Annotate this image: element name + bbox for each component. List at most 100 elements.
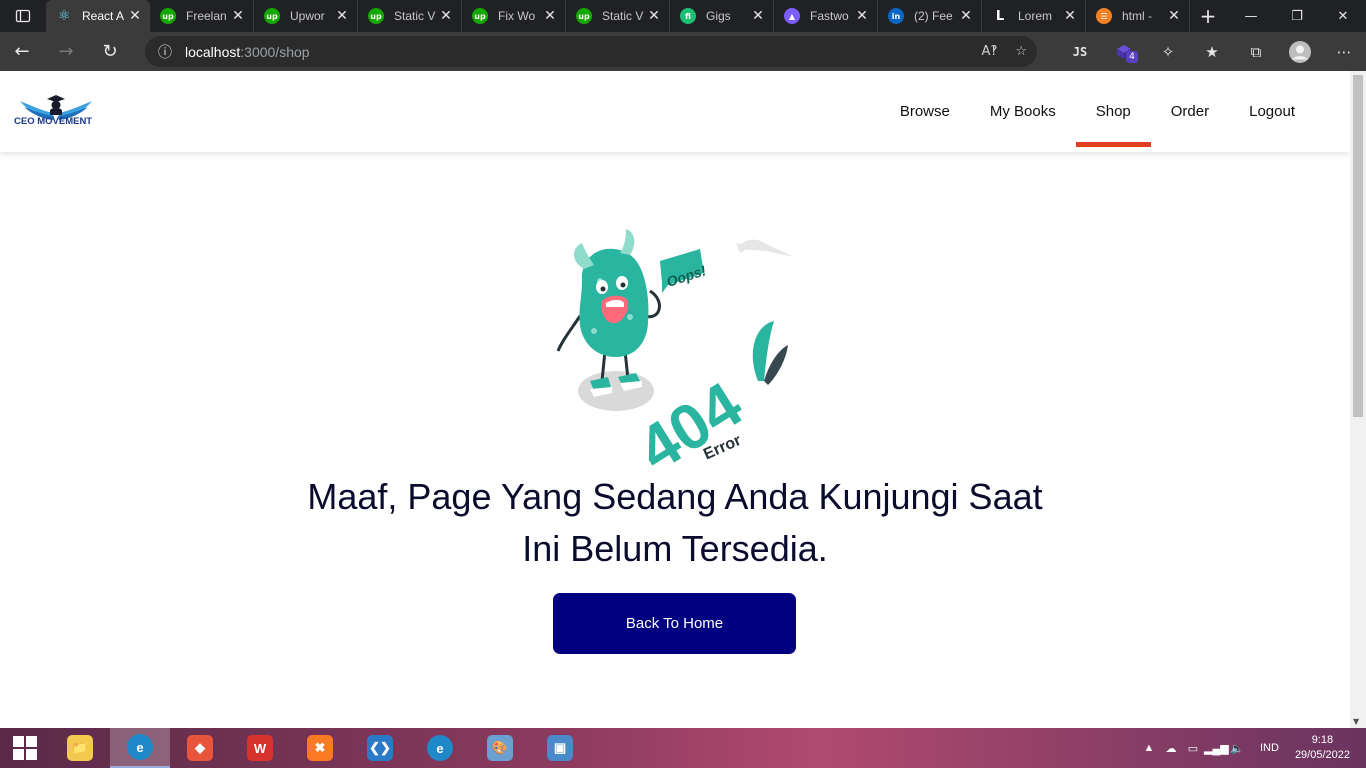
edge-icon: e [427,735,453,761]
upwork-icon: up [264,8,280,24]
more-menu-icon[interactable]: ⋯ [1322,43,1366,61]
add-favorite-icon[interactable]: ☆ [1015,44,1027,59]
language-indicator[interactable]: IND [1260,742,1279,754]
close-tab-icon[interactable]: ✕ [439,8,453,24]
edge-icon: e [127,734,153,760]
react-icon: ⚛ [57,8,71,24]
refresh-button[interactable]: ↻ [88,32,132,71]
tab-title: Gigs [706,9,731,23]
taskbar-app-button[interactable]: ▣ [530,728,590,768]
browser-tab[interactable]: in (2) Fee ✕ [878,0,982,32]
close-tab-icon[interactable]: ✕ [128,8,142,24]
url-text: localhost:3000/shop [185,44,310,60]
error-404-illustration: Oops! 404 Error [556,229,794,471]
browser-tab[interactable]: ⚛ React A ✕ [46,0,150,32]
taskbar-app-button[interactable]: W [230,728,290,768]
onedrive-icon[interactable]: ☁ [1160,742,1182,755]
nav-item-logout[interactable]: Logout [1229,71,1315,152]
paint-icon: 🎨 [487,735,513,761]
device-icon[interactable]: ▭ [1182,742,1204,755]
browser-toolbar: ← → ↻ ⓘ localhost:3000/shop A‽ ☆ JS 4 ✧ … [0,32,1366,71]
arrow-right-icon: → [58,41,74,62]
browser-tab[interactable]: up Static V ✕ [358,0,462,32]
browser-tab[interactable]: fi Gigs ✕ [670,0,774,32]
volume-icon[interactable]: 🔈 [1226,742,1248,755]
tab-title: Static V [394,9,436,23]
fiverr-icon: fi [680,8,696,24]
maximize-button[interactable]: ❐ [1274,0,1320,32]
tab-actions-button[interactable] [0,0,46,32]
upwork-icon: up [576,8,592,24]
tab-title: Upwor [290,9,325,23]
close-tab-icon[interactable]: ✕ [751,8,765,24]
site-info-icon[interactable]: ⓘ [145,42,185,62]
clock-time: 9:18 [1311,734,1334,746]
close-tab-icon[interactable]: ✕ [1063,8,1077,24]
fastwork-icon: ▲ [784,8,800,24]
close-tab-icon[interactable]: ✕ [1167,8,1181,24]
browser-tab[interactable]: ☰ html - ✕ [1086,0,1190,32]
scroll-down-arrow[interactable]: ▼ [1353,717,1359,726]
browser-tab[interactable]: up Upwor ✕ [254,0,358,32]
new-tab-button[interactable]: + [1190,0,1226,32]
back-button[interactable]: ← [0,32,44,71]
browser-tab[interactable]: ▲ Fastwo ✕ [774,0,878,32]
logo-text: CEO MOVEMENT [14,116,93,127]
nav-item-browse[interactable]: Browse [880,71,970,152]
nav-item-shop[interactable]: Shop [1075,71,1151,152]
taskbar-app-button[interactable]: ✖ [290,728,350,768]
git-icon: ◆ [187,735,213,761]
tab-actions-icon [15,9,31,23]
taskbar-app-button[interactable]: 🎨 [470,728,530,768]
close-tab-icon[interactable]: ✕ [231,8,245,24]
browser-tab[interactable]: up Static V ✕ [566,0,670,32]
favorites-icon[interactable]: ★ [1190,43,1234,61]
tab-title: React A [82,9,125,23]
clock[interactable]: 9:18 29/05/2022 [1295,733,1350,763]
lorem-icon: L [995,8,1005,24]
page-content: CEO MOVEMENT Browse My Books Shop Order Logo… [0,71,1350,728]
address-bar[interactable]: ⓘ localhost:3000/shop A‽ ☆ [145,36,1037,67]
profile-avatar[interactable] [1278,40,1322,63]
taskbar-app-button[interactable]: ❮❯ [350,728,410,768]
tab-title: Fix Wo [498,9,536,23]
taskbar-app-button[interactable]: ◆ [170,728,230,768]
forward-button[interactable]: → [44,32,88,71]
close-tab-icon[interactable]: ✕ [543,8,557,24]
page-scrollbar[interactable]: ▼ [1350,71,1366,728]
close-window-button[interactable]: ✕ [1320,0,1366,32]
arrow-left-icon: ← [14,41,30,62]
close-tab-icon[interactable]: ✕ [335,8,349,24]
taskbar-app-button[interactable]: 📁 [50,728,110,768]
taskbar-app-button[interactable]: e [110,728,170,768]
extension-badge-icon[interactable]: 4 [1102,43,1146,63]
minimize-button[interactable]: — [1228,0,1274,32]
xampp-icon: ✖ [307,735,333,761]
taskbar-app-button[interactable]: e [410,728,470,768]
js-extension-icon[interactable]: JS [1058,45,1102,59]
start-button[interactable] [0,728,50,768]
nav-item-order[interactable]: Order [1151,71,1229,152]
read-aloud-icon[interactable]: A‽ [982,44,998,59]
extensions-puzzle-icon[interactable]: ✧ [1146,43,1190,61]
browser-tab[interactable]: up Fix Wo ✕ [462,0,566,32]
nav-item-my-books[interactable]: My Books [970,71,1076,152]
upwork-icon: up [368,8,384,24]
browser-tab-strip: ⚛ React A ✕ up Freelan ✕ up Upwor ✕ up Static V ✕ up… [0,0,1366,32]
close-tab-icon[interactable]: ✕ [959,8,973,24]
browser-tab[interactable]: L Lorem ✕ [982,0,1086,32]
file-explorer-icon: 📁 [67,735,93,761]
show-hidden-icons-icon[interactable]: ▲ [1138,742,1160,754]
tab-title: html - [1122,9,1152,23]
site-header: CEO MOVEMENT Browse My Books Shop Order Logo… [0,71,1350,152]
network-signal-icon[interactable]: ▂▄▆ [1204,742,1229,755]
close-tab-icon[interactable]: ✕ [647,8,661,24]
scrollbar-thumb[interactable] [1353,75,1363,417]
browser-tab[interactable]: up Freelan ✕ [150,0,254,32]
back-to-home-button[interactable]: Back To Home [553,593,796,654]
stackoverflow-icon: ☰ [1096,8,1112,24]
collections-icon[interactable]: ⧉ [1234,43,1278,61]
close-tab-icon[interactable]: ✕ [855,8,869,24]
tab-title: Static V [602,9,644,23]
windows-taskbar: 📁 e ◆ W ✖ ❮❯ e 🎨 ▣ ▲ ☁ ▭ ▂▄▆ 🔈 IND 9:18 29/05/20… [0,728,1366,768]
